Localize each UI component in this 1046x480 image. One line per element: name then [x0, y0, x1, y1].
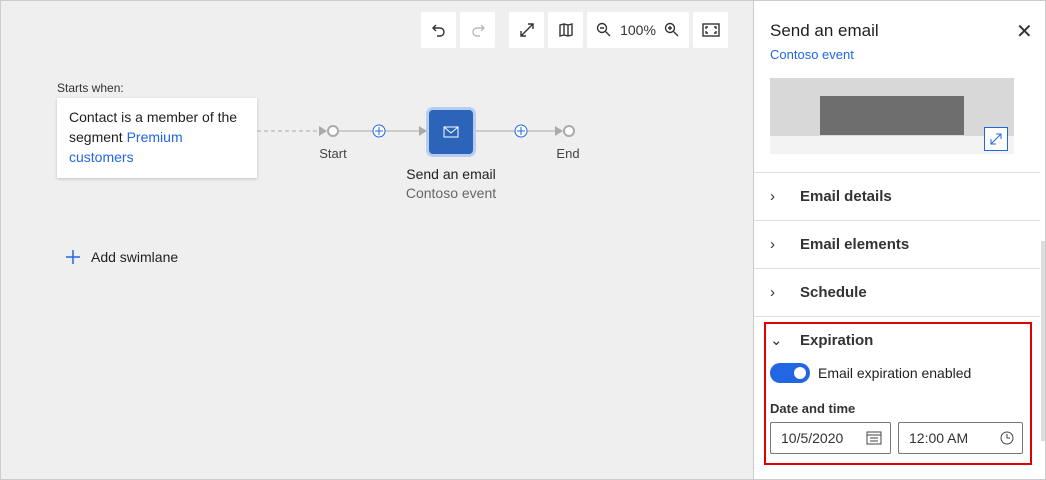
- send-email-tile[interactable]: [429, 110, 473, 154]
- redo-button[interactable]: [460, 12, 495, 48]
- start-node: [327, 125, 339, 137]
- expiration-toggle[interactable]: [770, 363, 810, 383]
- panel-subtitle[interactable]: Contoso event: [770, 47, 854, 62]
- end-label: End: [556, 146, 580, 161]
- redo-icon: [471, 24, 485, 37]
- section-expiration[interactable]: ⌄ Expiration: [754, 316, 1040, 364]
- start-label: Start: [319, 146, 347, 161]
- time-input[interactable]: 12:00 AM: [898, 422, 1023, 454]
- plus-icon: [66, 250, 80, 264]
- zoom-out-icon[interactable]: [596, 22, 612, 38]
- chevron-right-icon: ›: [770, 236, 775, 253]
- add-swimlane-button[interactable]: Add swimlane: [65, 249, 178, 265]
- tile-title: Send an email: [406, 166, 496, 182]
- starts-when-label: Starts when:: [57, 81, 124, 95]
- expand-button[interactable]: [509, 12, 544, 48]
- expand-icon: [990, 133, 1002, 145]
- email-preview: [770, 78, 1014, 154]
- panel-title: Send an email: [770, 21, 879, 40]
- section-schedule[interactable]: › Schedule: [754, 268, 1040, 316]
- properties-panel: Send an email ✕ Contoso event › Email det…: [754, 0, 1046, 480]
- trigger-card[interactable]: Contact is a member of the segment Premi…: [57, 98, 257, 178]
- fit-screen-icon: [701, 23, 720, 37]
- zoom-control: 100%: [587, 12, 689, 48]
- fit-screen-button[interactable]: [693, 12, 728, 48]
- tile-subtitle: Contoso event: [405, 185, 497, 201]
- map-icon: [558, 23, 573, 37]
- mail-icon: [443, 126, 459, 138]
- zoom-level: 100%: [620, 22, 656, 38]
- end-node: [563, 125, 575, 137]
- expand-icon: [519, 23, 534, 37]
- toggle-label: Email expiration enabled: [818, 365, 972, 381]
- chevron-down-icon: ⌄: [770, 332, 783, 349]
- section-email-elements[interactable]: › Email elements: [754, 220, 1040, 268]
- chevron-right-icon: ›: [770, 284, 775, 301]
- flow-connector: [257, 124, 575, 138]
- calendar-icon[interactable]: [866, 430, 882, 446]
- expand-preview-button[interactable]: [984, 127, 1008, 151]
- date-time-label: Date and time: [770, 401, 856, 416]
- chevron-right-icon: ›: [770, 188, 775, 205]
- close-icon[interactable]: ✕: [1016, 19, 1033, 44]
- preview-thumbnail: [820, 96, 964, 135]
- undo-icon: [431, 24, 445, 37]
- zoom-in-icon[interactable]: [664, 22, 680, 38]
- journey-canvas: 100% Starts when: Contact is a member of…: [0, 0, 754, 480]
- map-button[interactable]: [548, 12, 583, 48]
- undo-button[interactable]: [421, 12, 456, 48]
- panel-scrollbar[interactable]: [1041, 241, 1045, 441]
- section-email-details[interactable]: › Email details: [754, 172, 1040, 220]
- date-input[interactable]: 10/5/2020: [770, 422, 891, 454]
- clock-icon[interactable]: [1000, 431, 1014, 445]
